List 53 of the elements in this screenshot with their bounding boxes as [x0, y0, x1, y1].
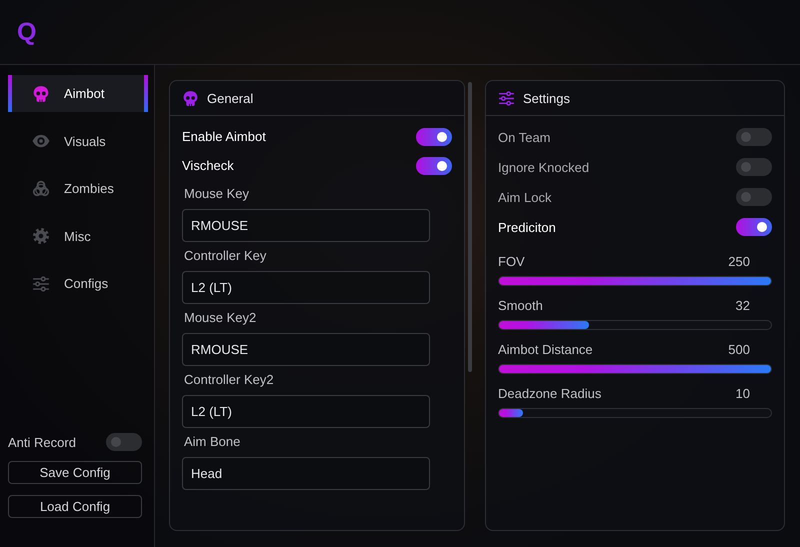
- input-field[interactable]: L2 (LT): [182, 395, 430, 428]
- slider-label: Aimbot Distance: [498, 342, 593, 357]
- field-label: Mouse Key2: [184, 310, 258, 326]
- toggle-label: Prediciton: [498, 220, 556, 234]
- toggle-switch[interactable]: [736, 218, 772, 236]
- toggle-switch[interactable]: [106, 433, 142, 451]
- toggle-label: Vischeck: [182, 158, 234, 173]
- sidebar-item[interactable]: Zombies: [8, 170, 148, 207]
- sidebar-item[interactable]: Configs: [8, 265, 148, 302]
- toggle-label: Aim Lock: [498, 190, 552, 204]
- slider-label: Smooth: [498, 298, 543, 313]
- toggle-label: On Team: [498, 130, 551, 144]
- sidebar-item[interactable]: Misc: [8, 218, 148, 254]
- selection-bar: [144, 75, 148, 112]
- slider-value: 32: [736, 298, 750, 313]
- toggle-switch[interactable]: [736, 158, 772, 176]
- sliders-icon: [498, 90, 515, 106]
- input-field[interactable]: L2 (LT): [182, 271, 430, 304]
- field-label: Aim Bone: [184, 434, 242, 450]
- slider-label: Deadzone Radius: [498, 386, 602, 401]
- field-label: Controller Key: [184, 248, 268, 264]
- slider-label: FOV: [498, 254, 525, 269]
- toggle-switch[interactable]: [736, 188, 772, 206]
- panel-title: Settings: [523, 90, 570, 106]
- sliders-icon: [32, 274, 50, 292]
- slider-track[interactable]: [498, 408, 772, 418]
- skull-icon: [32, 84, 50, 102]
- slider-value: 10: [736, 386, 750, 401]
- toggle-switch[interactable]: [736, 128, 772, 146]
- input-field[interactable]: Head: [182, 457, 430, 490]
- input-field[interactable]: RMOUSE: [182, 333, 430, 366]
- toggle-switch[interactable]: [416, 128, 452, 146]
- field-label: Controller Key2: [184, 372, 275, 388]
- toggle-label: Enable Aimbot: [182, 129, 266, 144]
- selection-bar: [8, 75, 12, 112]
- panel-title: General: [207, 90, 254, 106]
- slider-value: 250: [728, 254, 750, 269]
- settings-icon: [32, 227, 50, 245]
- input-field[interactable]: RMOUSE: [182, 209, 430, 242]
- toggle-label: Anti Record: [8, 434, 76, 450]
- sidebar-item[interactable]: Visuals: [8, 122, 148, 160]
- toggle-switch[interactable]: [416, 156, 452, 174]
- toggle-label: Ignore Knocked: [498, 160, 590, 174]
- field-label: Mouse Key: [184, 186, 250, 202]
- eye-icon: [32, 132, 50, 150]
- slider-track[interactable]: [498, 320, 772, 330]
- skull-icon: [182, 90, 199, 106]
- biohazard-icon: [32, 180, 50, 198]
- config-button[interactable]: Load Config: [8, 495, 142, 518]
- config-button[interactable]: Save Config: [8, 461, 142, 484]
- logo: Q: [17, 18, 36, 46]
- sidebar-item[interactable]: Aimbot: [8, 75, 148, 112]
- slider-value: 500: [728, 342, 750, 357]
